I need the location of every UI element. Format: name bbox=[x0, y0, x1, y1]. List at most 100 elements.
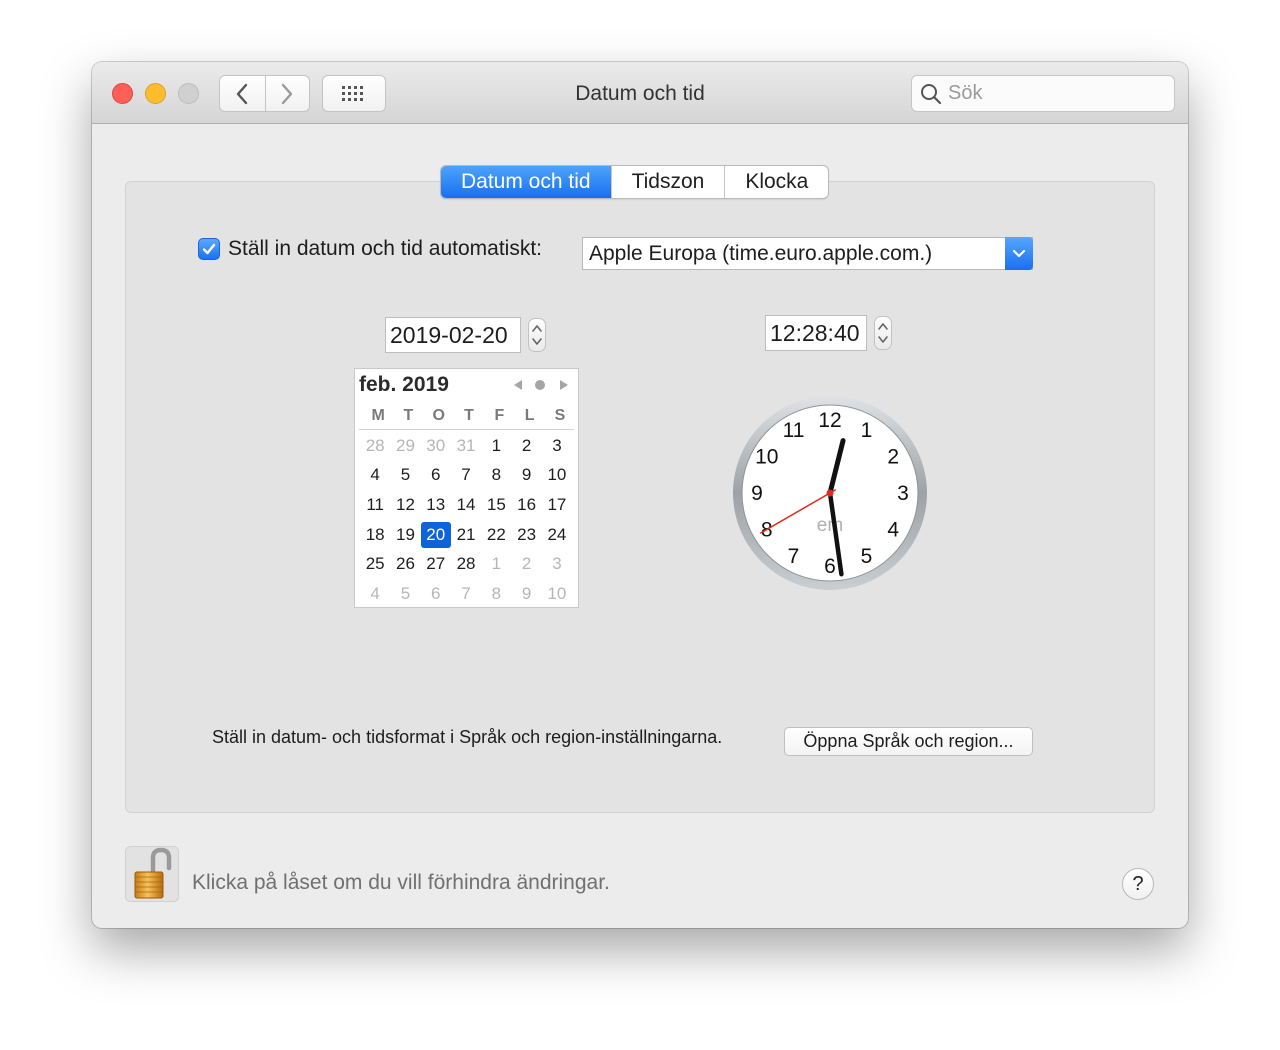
previous-month-icon[interactable] bbox=[514, 380, 522, 390]
calendar-day[interactable]: 9 bbox=[511, 462, 541, 488]
calendar-day[interactable]: 24 bbox=[542, 522, 572, 548]
time-stepper[interactable] bbox=[874, 316, 892, 350]
calendar-day[interactable]: 31 bbox=[451, 433, 481, 459]
preferences-window: Datum och tid Datum och tidTidszonKlocka… bbox=[92, 62, 1188, 928]
calendar-day[interactable]: 28 bbox=[451, 551, 481, 577]
tab-timezone[interactable]: Tidszon bbox=[610, 166, 725, 198]
auto-time-checkbox[interactable] bbox=[198, 238, 220, 260]
calendar-day-selected[interactable]: 20 bbox=[420, 521, 451, 548]
clock-number: 10 bbox=[755, 446, 778, 469]
date-field[interactable]: 2019-02-20 bbox=[385, 317, 521, 353]
clock-ampm: em bbox=[817, 515, 843, 536]
calendar-day[interactable]: 12 bbox=[390, 492, 420, 518]
calendar-day[interactable]: 1 bbox=[481, 551, 511, 577]
weekday-label: T bbox=[464, 407, 474, 424]
calendar-month-label: feb. 2019 bbox=[359, 373, 449, 396]
open-language-region-button[interactable]: Öppna Språk och region... bbox=[784, 727, 1033, 756]
calendar-day[interactable]: 27 bbox=[421, 551, 451, 577]
calendar: feb. 2019 MTOTFLS 28 29 30 31 1 2 3 4 5 6 7 8 9 10 11 1… bbox=[354, 368, 579, 608]
format-description: Ställ in datum- och tidsformat i Språk o… bbox=[212, 727, 723, 747]
checkmark-icon bbox=[202, 243, 216, 255]
weekday-label: S bbox=[554, 407, 566, 424]
calendar-week-row: 4 5 6 7 8 9 10 bbox=[360, 579, 572, 609]
weekday-label: O bbox=[432, 407, 445, 424]
time-server-select[interactable]: Apple Europa (time.euro.apple.com.) bbox=[582, 237, 1033, 270]
calendar-day[interactable]: 9 bbox=[511, 581, 541, 607]
stepper-arrows-icon bbox=[878, 323, 888, 343]
weekday-label: T bbox=[403, 407, 414, 424]
calendar-day[interactable]: 30 bbox=[421, 433, 451, 459]
calendar-week-row: 4 5 6 7 8 9 10 bbox=[360, 461, 572, 491]
calendar-day[interactable]: 14 bbox=[451, 492, 481, 518]
today-icon[interactable] bbox=[535, 380, 545, 390]
clock-number: 2 bbox=[887, 446, 899, 469]
clock-number: 9 bbox=[751, 482, 763, 505]
calendar-day[interactable]: 2 bbox=[511, 551, 541, 577]
auto-time-label: Ställ in datum och tid automatiskt: bbox=[228, 237, 542, 260]
calendar-day[interactable]: 2 bbox=[511, 433, 541, 459]
calendar-day[interactable]: 16 bbox=[511, 492, 541, 518]
help-button[interactable]: ? bbox=[1122, 868, 1154, 900]
calendar-day[interactable]: 7 bbox=[451, 581, 481, 607]
calendar-day[interactable]: 8 bbox=[481, 581, 511, 607]
tab-date-time[interactable]: Datum och tid bbox=[441, 166, 611, 198]
calendar-weekday-header: MTOTFLS bbox=[363, 407, 575, 425]
calendar-day[interactable]: 4 bbox=[360, 462, 390, 488]
time-server-value: Apple Europa (time.euro.apple.com.) bbox=[589, 241, 933, 265]
search-field[interactable] bbox=[911, 75, 1175, 112]
calendar-day[interactable]: 29 bbox=[390, 433, 420, 459]
clock-number: 4 bbox=[887, 519, 899, 542]
calendar-week-row: 18 19 20 21 22 23 24 bbox=[360, 520, 572, 550]
calendar-day[interactable]: 22 bbox=[481, 522, 511, 548]
calendar-week-row: 25 26 27 28 1 2 3 bbox=[360, 549, 572, 579]
calendar-day[interactable]: 23 bbox=[511, 522, 541, 548]
clock-center-pin bbox=[826, 489, 834, 497]
time-field[interactable]: 12:28:40 bbox=[765, 315, 867, 351]
calendar-day[interactable]: 28 bbox=[360, 433, 390, 459]
calendar-day[interactable]: 17 bbox=[542, 492, 572, 518]
calendar-day[interactable]: 10 bbox=[542, 581, 572, 607]
calendar-week-row: 11 12 13 14 15 16 17 bbox=[360, 490, 572, 520]
clock-number: 3 bbox=[897, 482, 909, 505]
calendar-day[interactable]: 3 bbox=[542, 433, 572, 459]
calendar-day[interactable]: 19 bbox=[390, 522, 420, 548]
calendar-day[interactable]: 18 bbox=[360, 522, 390, 548]
calendar-day[interactable]: 6 bbox=[421, 462, 451, 488]
calendar-day[interactable]: 8 bbox=[481, 462, 511, 488]
calendar-day[interactable]: 21 bbox=[451, 522, 481, 548]
stepper-arrows-icon bbox=[532, 325, 542, 345]
tab-clock[interactable]: Klocka bbox=[724, 166, 828, 198]
next-month-icon[interactable] bbox=[560, 380, 568, 390]
calendar-day[interactable]: 11 bbox=[360, 492, 390, 518]
clock-number: 6 bbox=[824, 555, 836, 578]
calendar-day[interactable]: 6 bbox=[421, 581, 451, 607]
unlocked-padlock-icon[interactable] bbox=[125, 846, 179, 902]
clock-number: 11 bbox=[783, 419, 805, 442]
dropdown-arrow[interactable] bbox=[1005, 237, 1033, 270]
calendar-day[interactable]: 10 bbox=[542, 462, 572, 488]
calendar-day[interactable]: 7 bbox=[451, 462, 481, 488]
calendar-divider bbox=[359, 429, 574, 430]
date-stepper[interactable] bbox=[528, 318, 546, 352]
calendar-day[interactable]: 26 bbox=[390, 551, 420, 577]
calendar-day[interactable]: 1 bbox=[481, 433, 511, 459]
calendar-day[interactable]: 13 bbox=[421, 492, 451, 518]
weekday-label: F bbox=[494, 407, 505, 424]
lock-description: Klicka på låset om du vill förhindra änd… bbox=[192, 871, 610, 894]
calendar-day[interactable]: 15 bbox=[481, 492, 511, 518]
clock-number: 12 bbox=[818, 409, 841, 432]
calendar-day[interactable]: 5 bbox=[390, 581, 420, 607]
calendar-day[interactable]: 3 bbox=[542, 551, 572, 577]
calendar-day[interactable]: 25 bbox=[360, 551, 390, 577]
calendar-grid: 28 29 30 31 1 2 3 4 5 6 7 8 9 10 11 12 13 14 15 16 17 18 19 20 2… bbox=[360, 431, 572, 609]
clock-number: 5 bbox=[861, 545, 873, 568]
weekday-label: L bbox=[524, 407, 535, 424]
search-icon bbox=[921, 83, 942, 104]
search-input[interactable] bbox=[948, 82, 1168, 105]
weekday-label: M bbox=[371, 407, 385, 424]
auto-time-row: Ställ in datum och tid automatiskt: bbox=[198, 237, 542, 261]
tab-bar: Datum och tid Tidszon Klocka bbox=[440, 165, 830, 199]
calendar-day[interactable]: 5 bbox=[390, 462, 420, 488]
clock-number: 1 bbox=[861, 419, 873, 442]
calendar-day[interactable]: 4 bbox=[360, 581, 390, 607]
